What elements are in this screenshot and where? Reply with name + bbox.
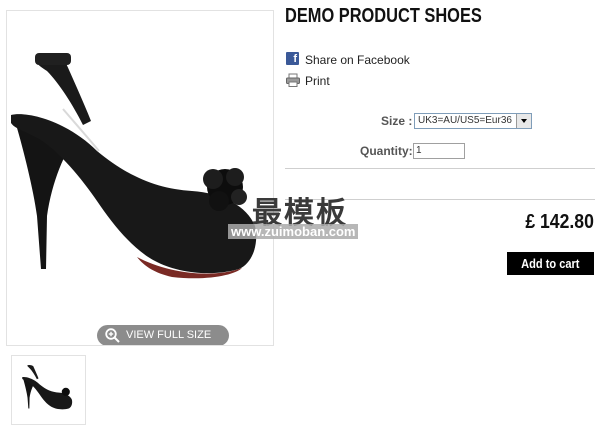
dropdown-arrow-icon[interactable] bbox=[516, 114, 531, 128]
size-label: Size : bbox=[381, 114, 413, 128]
facebook-icon: f bbox=[286, 52, 299, 65]
product-price: £ 142.80 bbox=[525, 211, 594, 233]
size-select-value: UK3=AU/US5=Eur36 bbox=[418, 115, 512, 126]
size-select[interactable]: UK3=AU/US5=Eur36 bbox=[414, 113, 532, 129]
product-thumbnail[interactable] bbox=[11, 355, 86, 425]
quantity-label: Quantity: bbox=[360, 144, 413, 158]
add-to-cart-label: Add to cart bbox=[521, 256, 580, 271]
print-icon bbox=[286, 73, 300, 87]
watermark-url: www.zuimoban.com bbox=[228, 224, 359, 239]
quantity-input[interactable]: 1 bbox=[413, 143, 465, 159]
shoe-illustration bbox=[11, 53, 257, 279]
divider bbox=[285, 168, 595, 169]
main-product-image[interactable]: VIEW FULL SIZE bbox=[6, 10, 274, 346]
view-full-size-button[interactable]: VIEW FULL SIZE bbox=[97, 325, 229, 345]
share-facebook-label: Share on Facebook bbox=[305, 53, 410, 67]
product-title: DEMO PRODUCT SHOES bbox=[285, 5, 482, 27]
shoe-thumbnail-illustration bbox=[22, 365, 73, 410]
add-to-cart-button[interactable]: Add to cart bbox=[507, 252, 594, 275]
view-full-size-label: VIEW FULL SIZE bbox=[126, 329, 212, 341]
print-label: Print bbox=[305, 74, 330, 88]
zoom-icon bbox=[105, 328, 120, 343]
